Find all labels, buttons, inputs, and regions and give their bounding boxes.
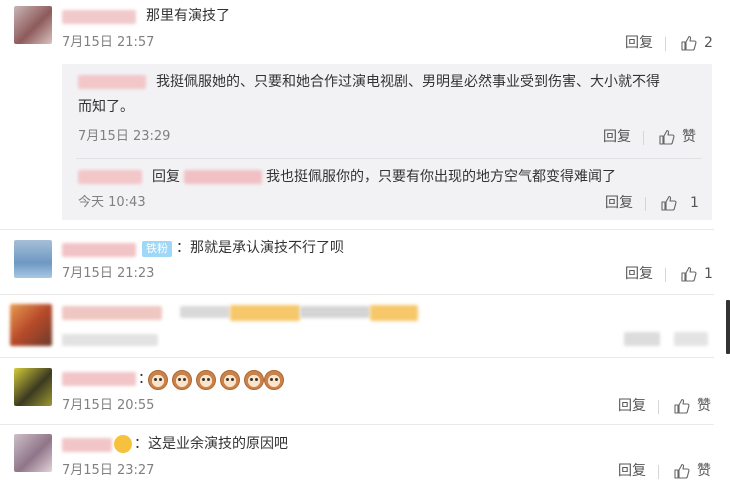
thumbs-up-icon[interactable] [674,463,690,479]
like-button[interactable]: 赞 [682,127,696,147]
thumbs-up-icon[interactable] [674,398,690,414]
comment-time: 7月15日 21:23 [62,266,155,281]
comment-text: ：那就是承认演技不行了呗 [176,240,344,256]
reply-time: 7月15日 23:29 [78,129,171,144]
username-blurred[interactable] [62,10,136,24]
avatar[interactable] [14,434,52,472]
like-count: 2 [704,35,713,51]
reply-time: 今天 10:43 [78,195,146,210]
reply-text: 我挺佩服她的、只要和她合作过演电视剧、男明星必然事业受到伤害、大小就不得 [156,74,660,90]
actions-blurred [674,332,708,346]
fan-badge[interactable]: 铁粉 [142,241,172,257]
reply-text: 我也挺佩服你的，只要有你出现的地方空气都变得难闻了 [266,169,616,185]
reply-button[interactable]: 回复 [603,127,631,147]
heart-eyes-emoji-icon [114,435,132,453]
reply-button[interactable]: 回复 [625,264,653,284]
comment-text: ：这是业余演技的原因吧 [134,436,288,452]
comment-text: 那里有演技了 [146,8,230,24]
comment-time: 7月15日 23:27 [62,463,155,478]
thumbs-up-icon[interactable] [659,129,675,145]
scrollbar[interactable] [726,300,730,354]
avatar[interactable] [14,6,52,44]
username-blurred[interactable] [62,438,112,452]
comment-time: 7月15日 20:55 [62,398,155,413]
thumbs-up-icon[interactable] [681,266,697,282]
comment-divider [0,424,714,425]
avatar-blurred[interactable] [10,304,52,346]
divider [665,37,666,51]
thumbs-up-icon[interactable] [661,195,677,211]
comment-blurred [300,306,370,318]
comment-blurred [230,305,300,321]
comment-time: 7月15日 21:57 [62,35,155,50]
avatar[interactable] [14,368,52,406]
comment-divider [0,229,714,230]
actions-blurred [624,332,660,346]
cat-face-emoji-icon [172,370,192,390]
like-count: 1 [690,195,699,211]
divider [658,400,659,414]
comment-divider [0,294,714,295]
reply-prefix: 回复 [152,169,180,185]
divider [643,131,644,145]
like-button[interactable]: 赞 [697,396,711,416]
cat-face-emoji-icon [148,370,168,390]
comment-blurred [370,305,418,321]
comment-divider [0,357,714,358]
username-blurred[interactable] [78,75,146,89]
reply-button[interactable]: 回复 [618,461,646,481]
cat-face-emoji-icon [244,370,264,390]
divider [665,268,666,282]
username-blurred[interactable] [62,372,136,386]
username-blurred[interactable] [62,306,162,320]
avatar[interactable] [14,240,52,278]
divider [76,158,702,159]
username-blurred[interactable] [62,243,136,257]
time-blurred [62,334,158,346]
cat-face-emoji-icon [264,370,284,390]
reply-button[interactable]: 回复 [605,193,633,213]
like-count: 1 [704,266,713,282]
thumbs-up-icon[interactable] [681,35,697,51]
reply-button[interactable]: 回复 [625,33,653,53]
comment-blurred [180,306,230,318]
divider [645,197,646,211]
username-blurred[interactable] [78,170,142,184]
divider [658,465,659,479]
like-button[interactable]: 赞 [697,461,711,481]
mention-blurred[interactable] [184,170,262,184]
reply-text-cont: 而知了。 [78,99,134,115]
cat-face-emoji-icon [196,370,216,390]
cat-face-emoji-icon [220,370,240,390]
reply-button[interactable]: 回复 [618,396,646,416]
